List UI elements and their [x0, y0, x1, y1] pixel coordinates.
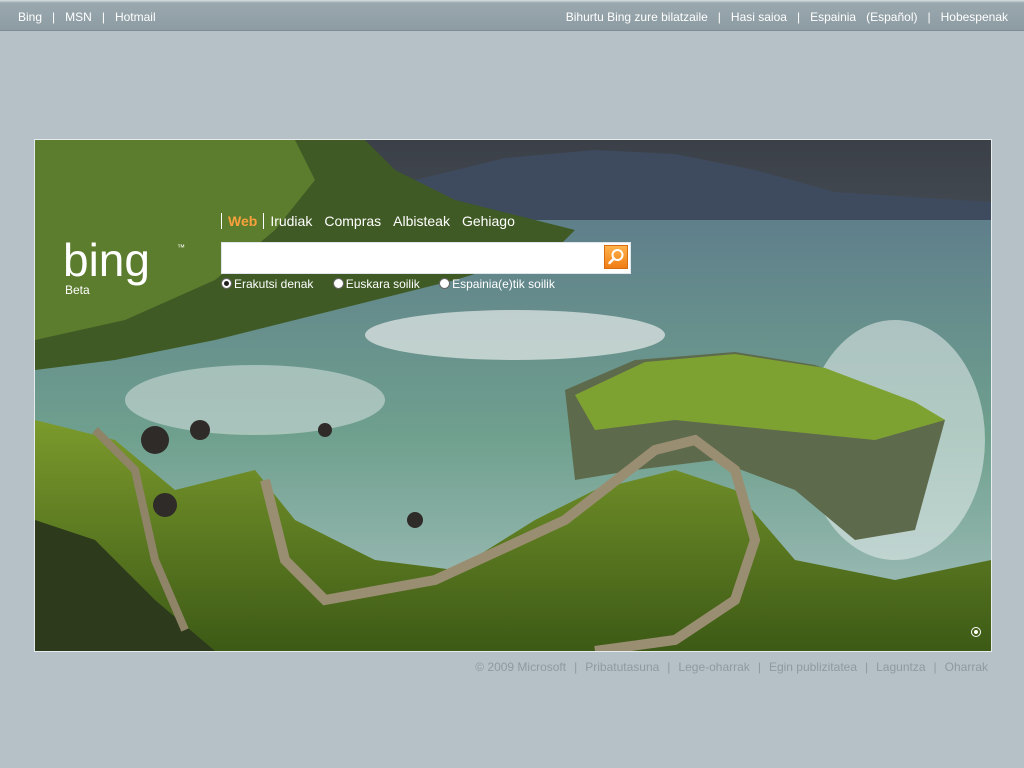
separator: |	[933, 660, 937, 674]
separator: |	[927, 10, 931, 24]
separator: |	[757, 660, 761, 674]
advertise-link[interactable]: Egin publizitatea	[769, 660, 857, 674]
privacy-link[interactable]: Pribatutasuna	[585, 660, 659, 674]
bing-link[interactable]: Bing	[18, 10, 42, 24]
sign-in-link[interactable]: Hasi saioa	[731, 10, 787, 24]
beta-label: Beta	[65, 283, 90, 297]
footer-links: © 2009 Microsoft | Pribatutasuna | Lege-ohar…	[475, 660, 988, 674]
radio-basque-only[interactable]: Euskara soilik	[332, 277, 420, 291]
search-button[interactable]	[604, 245, 628, 269]
tab-news[interactable]: Albisteak	[393, 213, 450, 229]
tab-shopping[interactable]: Compras	[324, 213, 381, 229]
radio-spain-only[interactable]: Espainia(e)tik soilik	[439, 277, 555, 291]
hotmail-link[interactable]: Hotmail	[115, 10, 156, 24]
legal-link[interactable]: Lege-oharrak	[678, 660, 749, 674]
homepage-background-image: bing ™ Beta Web Irudiak Compras Albisteak Ge…	[34, 139, 992, 652]
separator: |	[717, 10, 721, 24]
msn-link[interactable]: MSN	[65, 10, 92, 24]
radio-label: Erakutsi denak	[234, 277, 314, 291]
help-link[interactable]: Laguntza	[876, 660, 925, 674]
scope-divider	[221, 213, 222, 229]
logo-wordmark: bing	[63, 236, 150, 286]
search-input[interactable]	[225, 246, 599, 270]
separator: |	[101, 10, 105, 24]
feedback-link[interactable]: Oharrak	[945, 660, 988, 674]
search-box	[221, 242, 631, 274]
separator: |	[865, 660, 869, 674]
search-scope-tabs: Web Irudiak Compras Albisteak Gehiago	[221, 213, 521, 229]
radio-label: Euskara soilik	[345, 277, 420, 291]
separator: |	[52, 10, 56, 24]
tab-web[interactable]: Web	[228, 213, 257, 229]
tab-images[interactable]: Irudiak	[270, 213, 312, 229]
separator: |	[796, 10, 801, 24]
language-filter-options: Erakutsi denak Euskara soilik Espainia(e…	[221, 277, 571, 291]
copyright-text: © 2009 Microsoft	[475, 660, 567, 674]
top-right-links: Bihurtu Bing zure bilatzaile | Hasi saioa |…	[566, 10, 1008, 24]
radio-unselected-icon[interactable]	[332, 278, 344, 289]
region-link[interactable]: Espainia	[810, 10, 856, 24]
radio-show-all[interactable]: Erakutsi denak	[221, 277, 313, 291]
separator: |	[667, 660, 671, 674]
make-bing-default-link[interactable]: Bihurtu Bing zure bilatzaile	[566, 10, 708, 24]
radio-unselected-icon[interactable]	[439, 278, 451, 289]
separator: |	[574, 660, 578, 674]
magnifier-icon	[608, 249, 624, 265]
radio-selected-icon[interactable]	[221, 278, 232, 289]
bing-logo[interactable]: bing ™	[63, 236, 193, 286]
preferences-link[interactable]: Hobespenak	[941, 10, 1008, 24]
top-navigation-bar: Bing | MSN | Hotmail Bihurtu Bing zure bilat…	[0, 0, 1024, 31]
scope-divider	[263, 213, 265, 229]
trademark-symbol: ™	[177, 243, 185, 252]
tab-more[interactable]: Gehiago	[462, 213, 515, 229]
top-left-links: Bing | MSN | Hotmail	[18, 10, 156, 24]
language-link[interactable]: (Español)	[866, 10, 917, 24]
image-info-icon[interactable]	[971, 627, 981, 637]
radio-label: Espainia(e)tik soilik	[452, 277, 555, 291]
